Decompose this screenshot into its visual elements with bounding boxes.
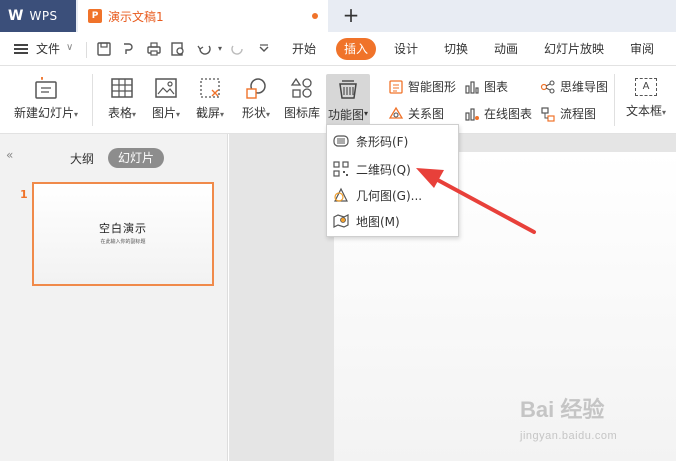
shape-icon <box>246 78 266 99</box>
table-button[interactable]: 表格▾ <box>100 70 144 121</box>
unsaved-indicator-icon <box>312 13 318 19</box>
dropdown-arrow-icon: ▾ <box>176 110 181 119</box>
chevron-down-icon[interactable]: ∨ <box>66 42 73 53</box>
online-chart-label: 在线图表 <box>484 107 533 121</box>
dropdown-arrow-icon: ▾ <box>74 110 79 119</box>
barcode-icon <box>333 135 349 147</box>
shape-label: 形状 <box>241 106 266 120</box>
wps-logo-icon: W <box>8 8 24 24</box>
slide-thumbnail[interactable]: 空白演示 在此输入你的副标题 <box>32 182 214 286</box>
picture-label: 图片 <box>151 106 176 120</box>
flow-chart-label: 流程图 <box>560 107 597 121</box>
smart-shape-label: 智能图形 <box>408 80 457 94</box>
undo-icon[interactable] <box>196 41 212 57</box>
online-chart-button[interactable]: 在线图表 <box>464 105 532 122</box>
annotation-arrow-icon <box>416 168 536 234</box>
chart-label: 图表 <box>484 80 509 94</box>
file-menu[interactable]: 文件 <box>36 40 60 57</box>
document-title: 演示文稿1 <box>108 9 164 24</box>
baidu-watermark: Bai 经验 jingyan.baidu.com <box>520 392 670 452</box>
watermark-url: jingyan.baidu.com <box>520 430 618 442</box>
table-label: 表格 <box>107 106 132 120</box>
flow-chart-icon <box>541 106 555 122</box>
wps-app-name: WPS <box>29 9 58 23</box>
function-chart-button[interactable]: 功能图 ▾ <box>326 74 370 126</box>
smart-shape-icon <box>389 79 403 94</box>
new-slide-label: 新建幻灯片 <box>13 106 74 120</box>
divider <box>92 74 93 126</box>
print-icon[interactable] <box>146 41 162 57</box>
tab-transition[interactable]: 切换 <box>444 40 468 57</box>
menu-icon[interactable] <box>14 44 28 54</box>
qrcode-icon <box>333 161 349 177</box>
text-box-label: 文本框 <box>625 104 662 118</box>
divider <box>86 42 87 58</box>
slide-thumbnail-title: 空白演示 <box>99 222 147 235</box>
shape-button[interactable]: 形状▾ <box>236 70 276 121</box>
title-bar: W WPS P 演示文稿1 + <box>0 0 676 32</box>
slides-panel: « 大纲 幻灯片 1 空白演示 在此输入你的副标题 <box>0 134 228 461</box>
mind-map-icon <box>540 79 555 94</box>
tab-design[interactable]: 设计 <box>394 40 418 57</box>
tab-slides[interactable]: 幻灯片 <box>108 148 164 168</box>
presentation-file-icon: P <box>88 9 102 23</box>
screenshot-button[interactable]: 截屏▾ <box>190 70 230 121</box>
undo-dropdown-icon[interactable]: ▾ <box>212 41 228 57</box>
new-tab-button[interactable]: + <box>340 4 362 26</box>
dropdown-arrow-icon: ▾ <box>132 110 137 119</box>
mind-map-button[interactable]: 思维导图 <box>540 78 608 95</box>
tab-slideshow[interactable]: 幻灯片放映 <box>544 40 604 57</box>
divider <box>614 74 615 126</box>
icon-library-button[interactable]: 图标库 <box>282 70 322 121</box>
slide-number: 1 <box>20 188 28 201</box>
text-box-icon: A <box>635 78 657 96</box>
tab-outline[interactable]: 大纲 <box>70 150 94 167</box>
tab-animation[interactable]: 动画 <box>494 40 518 57</box>
picture-icon <box>155 78 177 98</box>
new-slide-button[interactable]: 新建幻灯片▾ <box>10 70 82 121</box>
document-tab[interactable]: P 演示文稿1 <box>78 0 328 32</box>
smart-shape-button[interactable]: 智能图形 <box>388 78 456 95</box>
customize-toolbar-icon[interactable] <box>256 41 272 57</box>
collapse-panel-icon[interactable]: « <box>6 148 13 162</box>
print-preview-icon[interactable] <box>170 41 186 57</box>
map-icon <box>333 214 349 228</box>
chart-icon <box>465 80 479 94</box>
save-icon[interactable] <box>96 41 112 57</box>
function-chart-label: 功能图 <box>328 108 365 122</box>
tab-review[interactable]: 审阅 <box>630 40 654 57</box>
redo-icon[interactable] <box>230 41 246 57</box>
chart-button[interactable]: 图表 <box>464 78 508 95</box>
tab-start[interactable]: 开始 <box>292 40 316 57</box>
text-box-button[interactable]: A 文本框▾ <box>618 70 674 119</box>
relation-chart-icon <box>388 106 404 119</box>
icon-library-icon <box>290 77 312 98</box>
new-slide-icon <box>35 77 57 99</box>
watermark-main: Bai 经验 <box>520 397 605 422</box>
export-icon[interactable] <box>120 41 136 57</box>
online-chart-icon <box>465 107 479 121</box>
dropdown-arrow-icon: ▾ <box>266 110 271 119</box>
wps-home-tab[interactable]: W WPS <box>0 0 76 32</box>
picture-button[interactable]: 图片▾ <box>146 70 186 121</box>
dropdown-item-label: 地图(M) <box>356 214 400 229</box>
function-chart-icon <box>339 80 357 99</box>
flow-chart-button[interactable]: 流程图 <box>540 105 596 122</box>
screenshot-label: 截屏 <box>195 106 220 120</box>
dropdown-arrow-icon: ▾ <box>220 110 225 119</box>
dropdown-arrow-icon: ▾ <box>364 109 369 118</box>
table-icon <box>111 78 133 98</box>
icon-library-label: 图标库 <box>283 106 320 120</box>
screenshot-icon <box>200 78 220 98</box>
geometry-icon <box>334 187 348 202</box>
slide-thumbnail-subtitle: 在此输入你的副标题 <box>100 239 146 245</box>
dropdown-item-label: 条形码(F) <box>356 134 409 149</box>
relation-chart-label: 关系图 <box>408 107 445 121</box>
menu-bar: 文件 ∨ ▾ 开始 插入 设计 切换 动画 幻灯片放映 审阅 <box>0 32 676 66</box>
tab-insert[interactable]: 插入 <box>336 38 376 60</box>
dropdown-arrow-icon: ▾ <box>662 108 667 117</box>
dropdown-item-barcode[interactable]: 条形码(F) <box>333 129 455 153</box>
relation-chart-button[interactable]: 关系图 <box>388 105 444 122</box>
mind-map-label: 思维导图 <box>560 80 609 94</box>
